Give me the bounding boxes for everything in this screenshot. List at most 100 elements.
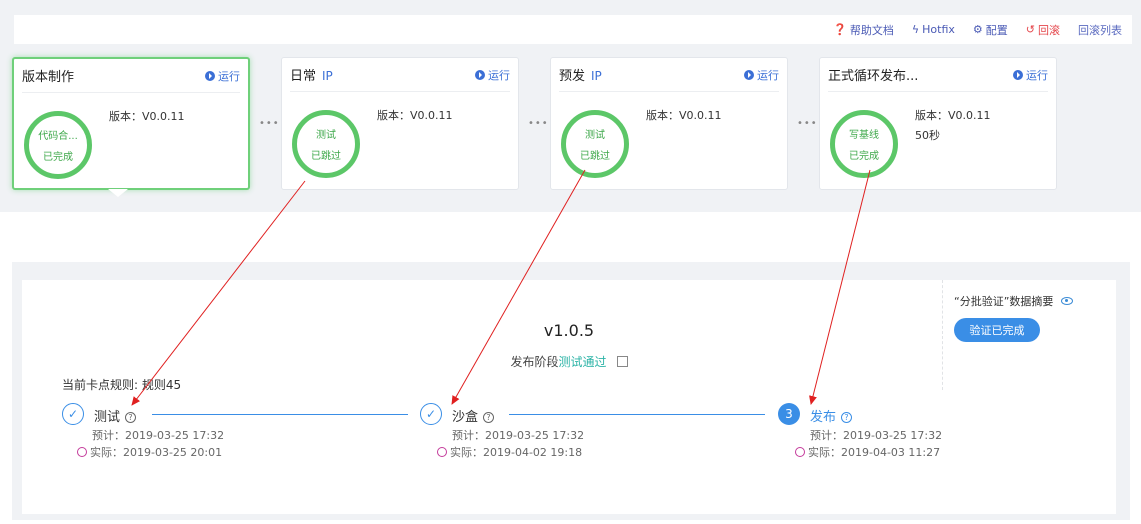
actual-time-row: 实际：2019-04-02 19:18 <box>437 444 584 461</box>
card-version-text: 版本：V0.0.11 <box>377 109 453 122</box>
run-button[interactable]: 运行 <box>205 68 240 84</box>
actual-time: 实际：2019-04-03 11:27 <box>808 446 941 459</box>
question-icon[interactable]: ? <box>841 412 853 423</box>
card-version: 版本：V0.0.11 <box>646 106 722 126</box>
card-version: 版本：V0.0.11 <box>109 107 185 127</box>
card-version-text: 版本：V0.0.11 <box>646 109 722 122</box>
play-icon <box>205 70 215 81</box>
rollback-list-link[interactable]: 回滚列表 <box>1078 22 1122 38</box>
edit-icon[interactable] <box>616 356 628 367</box>
ring-step-name: 写基线 <box>849 130 879 141</box>
actual-time-row: 实际：2019-04-03 11:27 <box>795 444 942 461</box>
ring-step-status: 已完成 <box>43 152 73 163</box>
card-title: 预发 IP <box>559 65 602 84</box>
summary-title-text: “分批验证”数据摘要 <box>954 295 1054 308</box>
stage-value: 测试通过 <box>558 355 607 369</box>
play-icon <box>744 69 754 80</box>
ring-step-name: 测试 <box>585 130 605 141</box>
ring-step-name: 代码合... <box>38 131 78 142</box>
card-header: 预发 IP 运行 <box>559 58 779 92</box>
ip-link[interactable]: IP <box>322 69 333 83</box>
release-pipeline-page: ❓ 帮助文档 ϟ Hotfix ⚙ 配置 ↺ 回滚 回滚列表 版本制作 运行 代码合..… <box>0 0 1141 524</box>
status-ring: 代码合... 已完成 <box>24 111 92 179</box>
clock-icon <box>77 447 87 457</box>
stage-separator: ••• <box>528 118 549 129</box>
verify-complete-button[interactable]: 验证已完成 <box>954 318 1040 342</box>
eye-icon[interactable] <box>1061 297 1074 305</box>
run-button[interactable]: 运行 <box>475 67 510 83</box>
step-times: 预计：2019-03-25 17:32 实际：2019-03-25 20:01 <box>77 427 225 461</box>
card-title: 正式循环发布... <box>828 65 918 84</box>
step-name: 发布 <box>810 410 837 425</box>
step-name: 沙盒 <box>452 410 479 425</box>
run-label: 运行 <box>488 68 510 82</box>
ip-link[interactable]: IP <box>591 69 602 83</box>
card-version-text: 版本：V0.0.11 <box>109 110 185 123</box>
question-icon[interactable]: ? <box>125 412 137 423</box>
actual-time: 实际：2019-03-25 20:01 <box>90 446 223 459</box>
card-title: 版本制作 <box>22 66 74 85</box>
card-title-text: 预发 <box>559 69 586 84</box>
summary-divider <box>942 280 943 390</box>
card-version: 版本：V0.0.11 50秒 <box>915 106 991 146</box>
card-duration: 50秒 <box>915 129 940 142</box>
ring-step-status: 已跳过 <box>580 151 610 162</box>
undo-icon: ↺ <box>1025 23 1035 36</box>
status-ring: 测试 已跳过 <box>292 110 360 178</box>
pipeline-card-pre[interactable]: 预发 IP 运行 测试 已跳过 版本：V0.0.11 <box>550 57 788 190</box>
step-title: 沙盒? <box>452 406 495 425</box>
detail-panel: v1.0.5 发布阶段测试通过 “分批验证”数据摘要 验证已完成 当前卡点规则:… <box>22 280 1116 514</box>
card-version: 版本：V0.0.11 <box>377 106 453 126</box>
help-icon: ❓ <box>833 23 847 36</box>
card-version-text: 版本：V0.0.11 <box>915 109 991 122</box>
planned-time: 预计：2019-03-25 17:32 <box>92 429 225 442</box>
actual-time: 实际：2019-04-02 19:18 <box>450 446 583 459</box>
rollback-link[interactable]: ↺ 回滚 <box>1026 22 1060 38</box>
rollback-label: 回滚 <box>1038 23 1060 37</box>
rollback-list-label: 回滚列表 <box>1078 23 1122 37</box>
question-icon[interactable]: ? <box>483 412 495 423</box>
card-title: 日常 IP <box>290 65 333 84</box>
card-header: 版本制作 运行 <box>22 59 240 93</box>
active-card-pointer <box>108 189 128 197</box>
play-icon <box>475 69 485 80</box>
step-title: 测试? <box>94 406 137 425</box>
hotfix-label: Hotfix <box>922 23 955 36</box>
stage-separator: ••• <box>797 118 818 129</box>
card-header: 日常 IP 运行 <box>290 58 510 92</box>
stage-separator: ••• <box>259 118 280 129</box>
stage-label: 发布阶段 <box>510 355 559 369</box>
ring-step-status: 已跳过 <box>311 151 341 162</box>
ring-step-status: 已完成 <box>849 151 879 162</box>
pipeline-card-daily[interactable]: 日常 IP 运行 测试 已跳过 版本：V0.0.11 <box>281 57 519 190</box>
toolbar: ❓ 帮助文档 ϟ Hotfix ⚙ 配置 ↺ 回滚 回滚列表 <box>14 15 1132 44</box>
planned-time: 预计：2019-03-25 17:32 <box>452 429 585 442</box>
card-title-text: 版本制作 <box>22 70 75 85</box>
release-version: v1.0.5 <box>543 321 595 340</box>
card-header: 正式循环发布... 运行 <box>828 58 1048 92</box>
card-title-text: 正式循环发布... <box>828 69 919 84</box>
hotfix-link[interactable]: ϟ Hotfix <box>912 23 955 36</box>
help-doc-link[interactable]: ❓ 帮助文档 <box>833 22 894 38</box>
card-title-text: 日常 <box>290 69 317 84</box>
release-stage: 发布阶段测试通过 <box>22 353 1116 370</box>
ring-step-name: 测试 <box>316 130 336 141</box>
actual-time-row: 实际：2019-03-25 20:01 <box>77 444 224 461</box>
status-ring: 写基线 已完成 <box>830 110 898 178</box>
run-label: 运行 <box>218 69 240 83</box>
gear-icon: ⚙ <box>972 23 983 36</box>
help-doc-label: 帮助文档 <box>849 23 894 37</box>
clock-icon <box>437 447 447 457</box>
pipeline-card-release[interactable]: 正式循环发布... 运行 写基线 已完成 版本：V0.0.11 50秒 <box>819 57 1057 190</box>
config-link[interactable]: ⚙ 配置 <box>973 22 1008 38</box>
run-button[interactable]: 运行 <box>1013 67 1048 83</box>
run-button[interactable]: 运行 <box>744 67 779 83</box>
pipeline-card-build[interactable]: 版本制作 运行 代码合... 已完成 版本：V0.0.11 <box>12 57 250 190</box>
step-times: 预计：2019-03-25 17:32 实际：2019-04-02 19:18 <box>437 427 585 461</box>
run-label: 运行 <box>757 68 779 82</box>
check-icon: ✓ <box>420 403 442 425</box>
summary-title: “分批验证”数据摘要 <box>954 293 1074 309</box>
lightning-icon: ϟ <box>911 23 920 36</box>
run-label: 运行 <box>1026 68 1048 82</box>
clock-icon <box>795 447 805 457</box>
